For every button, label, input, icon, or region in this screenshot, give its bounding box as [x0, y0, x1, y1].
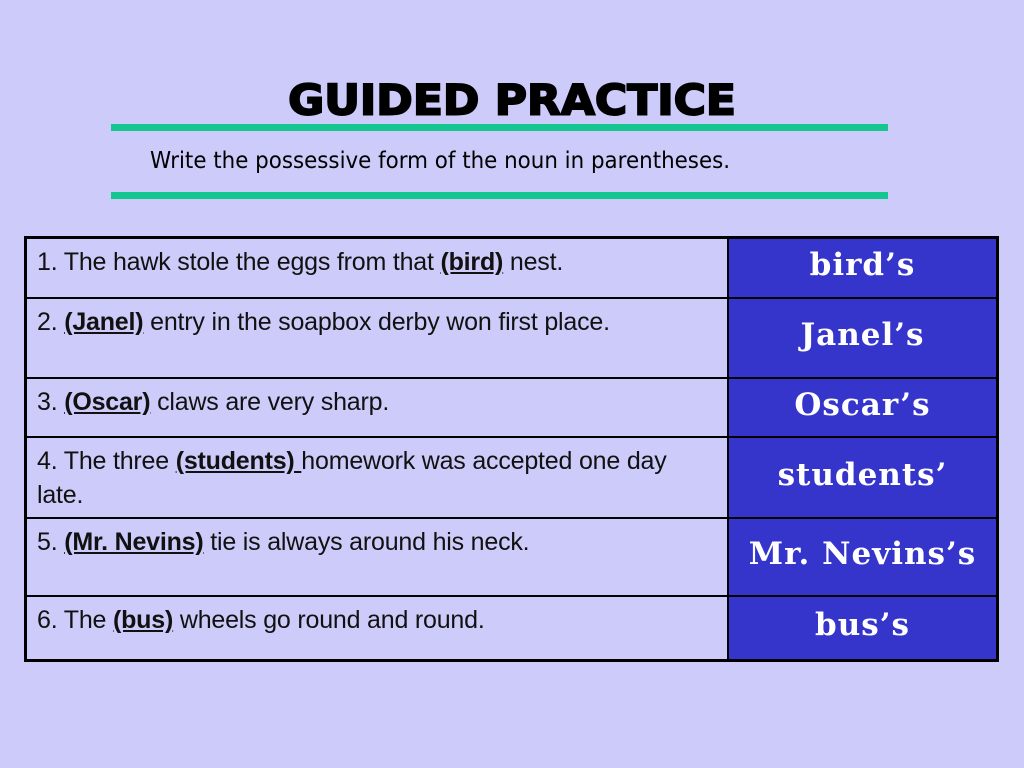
sentence-before: The three [63, 447, 176, 475]
item-number: 3. [37, 388, 58, 416]
noun-in-parentheses: (Mr. Nevins) [64, 528, 204, 556]
noun-in-parentheses: (bus) [112, 606, 174, 634]
answer-cell-6: bus’s [729, 597, 996, 659]
answer-cell-4: students’ [729, 438, 996, 517]
sentence-after: tie is always around his neck. [203, 528, 530, 556]
noun-in-parentheses: (Oscar) [64, 388, 151, 416]
instruction-text: Write the possessive form of the noun in… [150, 148, 731, 174]
answer-cell-3: Oscar’s [729, 379, 996, 436]
answer-cell-5: Mr. Nevins’s [729, 519, 996, 595]
question-cell-5: 5. (Mr. Nevins) tie is always around his… [27, 519, 727, 595]
sentence-after: entry in the soapbox derby won first pla… [143, 308, 610, 336]
answer-cell-2: Janel’s [729, 299, 996, 377]
noun-in-parentheses: (Janel) [64, 308, 144, 336]
sentence-before: The hawk stole the eggs from that [63, 248, 441, 276]
question-cell-1: 1. The hawk stole the eggs from that (bi… [27, 239, 727, 297]
noun-in-parentheses: (bird) [440, 248, 504, 276]
question-cell-2: 2. (Janel) entry in the soapbox derby wo… [27, 299, 727, 377]
sentence-before: The [63, 606, 113, 634]
question-cell-4: 4. The three (students) homework was acc… [27, 438, 727, 517]
question-cell-6: 6. The (bus) wheels go round and round. [27, 597, 727, 659]
question-cell-3: 3. (Oscar) claws are very sharp. [27, 379, 727, 436]
sentence-after: nest. [503, 248, 564, 276]
item-number: 4. [37, 447, 58, 475]
slide-title: Guided Practice [287, 76, 737, 125]
noun-in-parentheses: (students) [175, 447, 302, 475]
item-number: 2. [37, 308, 58, 336]
top-divider [111, 124, 888, 131]
item-number: 5. [37, 528, 58, 556]
sentence-after: wheels go round and round. [173, 606, 485, 634]
item-number: 6. [37, 606, 58, 634]
sentence-after: claws are very sharp. [150, 388, 390, 416]
item-number: 1. [37, 248, 58, 276]
bottom-divider [111, 192, 888, 199]
practice-table: 1. The hawk stole the eggs from that (bi… [24, 236, 999, 662]
answer-cell-1: bird’s [729, 239, 996, 297]
